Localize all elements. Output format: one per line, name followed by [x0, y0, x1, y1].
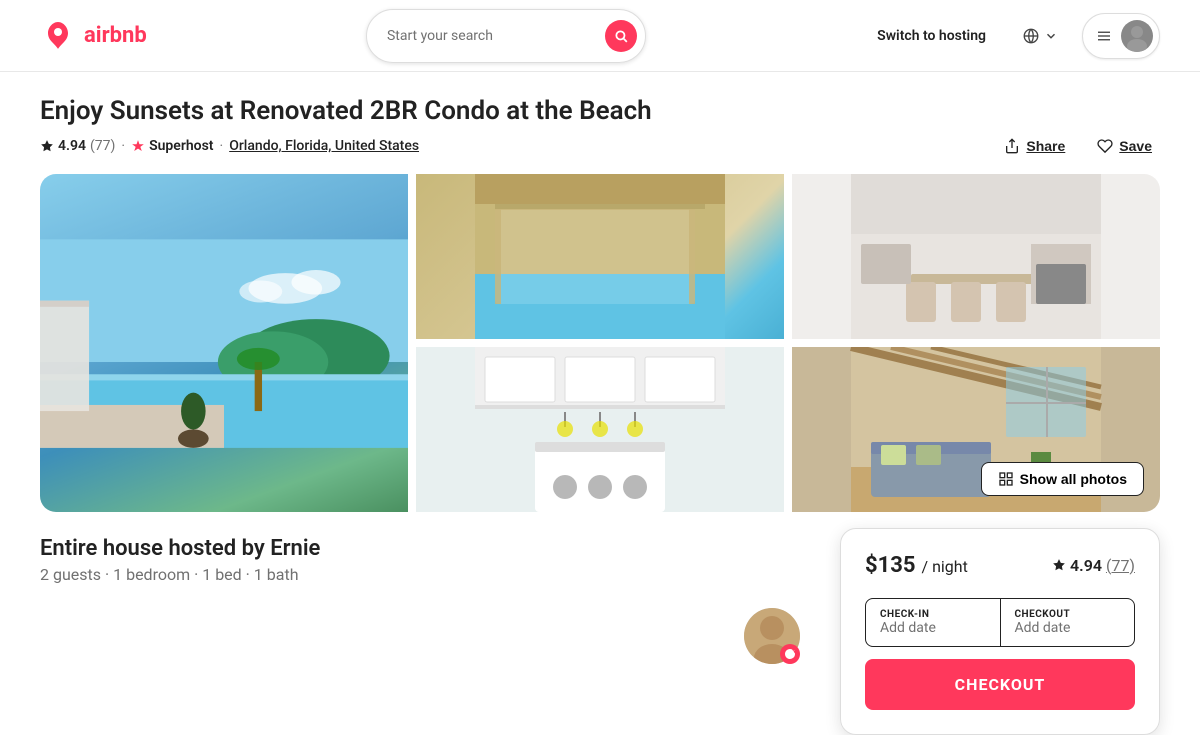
separator-dot-1: · [121, 138, 125, 154]
rating-stars: 4.94 (77) [40, 138, 115, 154]
checkout-label: CHECKOUT [1015, 609, 1121, 620]
checkout-value: Add date [1015, 620, 1121, 636]
nav-right: Switch to hosting [865, 13, 1160, 59]
grid-icon [998, 471, 1014, 487]
checkout-cell[interactable]: CHECKOUT Add date [1001, 599, 1135, 646]
share-button[interactable]: Share [996, 134, 1073, 158]
share-icon [1004, 138, 1020, 154]
photo-main[interactable] [40, 174, 408, 512]
meta-right: Share Save [996, 134, 1160, 158]
show-all-photos-button[interactable]: Show all photos [981, 462, 1144, 496]
per-night: / night [922, 557, 968, 576]
superhost-label: Superhost [149, 138, 213, 154]
photo-grid: Show all photos [40, 174, 1160, 512]
host-details: 2 guests · 1 bedroom · 1 bed · 1 bath [40, 565, 744, 584]
bottom-section: Entire house hosted by Ernie 2 guests · … [40, 512, 1160, 735]
listing-title: Enjoy Sunsets at Renovated 2BR Condo at … [40, 96, 1160, 126]
search-input-text: Start your search [387, 28, 593, 44]
rating-value: 4.94 [58, 138, 86, 154]
date-row: CHECK-IN Add date CHECKOUT Add date [865, 598, 1135, 647]
location-link[interactable]: Orlando, Florida, United States [229, 138, 419, 154]
save-label: Save [1119, 138, 1152, 154]
booking-card: $135 / night 4.94 (77) CHECK-IN Add date… [840, 528, 1160, 735]
avatar [1121, 20, 1153, 52]
star-icon [40, 139, 54, 153]
card-star-icon [1052, 558, 1066, 572]
checkin-cell[interactable]: CHECK-IN Add date [866, 599, 1001, 646]
superhost-badge: Superhost [131, 138, 213, 154]
host-title-prefix: Entire house hosted by [40, 536, 265, 561]
host-title: Entire house hosted by Ernie [40, 536, 744, 561]
verified-icon [784, 648, 796, 660]
hamburger-icon [1095, 27, 1113, 45]
logo-text: airbnb [84, 23, 147, 48]
price-row: $135 / night 4.94 (77) [865, 553, 1135, 578]
meta-left: 4.94 (77) · Superhost · Orlando, Florida… [40, 138, 419, 154]
header: airbnb Start your search Switch to hosti… [0, 0, 1200, 72]
heart-icon [1097, 138, 1113, 154]
host-avatar-area [744, 608, 800, 664]
photo-top-middle[interactable] [416, 174, 784, 339]
photo-top-right[interactable] [792, 174, 1160, 339]
switch-hosting-link[interactable]: Switch to hosting [865, 20, 998, 52]
checkin-value: Add date [880, 620, 986, 636]
host-name: Ernie [270, 536, 320, 561]
chevron-down-icon [1044, 29, 1058, 43]
photo-bottom-middle[interactable] [416, 347, 784, 512]
logo[interactable]: airbnb [40, 18, 147, 54]
review-count: (77) [90, 138, 115, 154]
medal-icon [131, 139, 145, 153]
search-bar[interactable]: Start your search [366, 9, 646, 63]
host-badge [780, 644, 800, 664]
meta-row: 4.94 (77) · Superhost · Orlando, Florida… [40, 134, 1160, 158]
card-rating: 4.94 [1070, 556, 1102, 575]
price: $135 [865, 553, 916, 578]
save-button[interactable]: Save [1089, 134, 1160, 158]
language-button[interactable] [1014, 19, 1066, 53]
show-photos-label: Show all photos [1020, 471, 1127, 487]
search-button[interactable] [605, 20, 637, 52]
checkin-label: CHECK-IN [880, 609, 986, 620]
card-review-count[interactable]: (77) [1106, 556, 1135, 575]
separator-dot-2: · [220, 138, 224, 154]
host-info: Entire house hosted by Ernie 2 guests · … [40, 536, 744, 735]
user-menu-button[interactable] [1082, 13, 1160, 59]
share-label: Share [1026, 138, 1065, 154]
main-content: Enjoy Sunsets at Renovated 2BR Condo at … [0, 72, 1200, 735]
checkout-button[interactable]: CHECKOUT [865, 659, 1135, 710]
